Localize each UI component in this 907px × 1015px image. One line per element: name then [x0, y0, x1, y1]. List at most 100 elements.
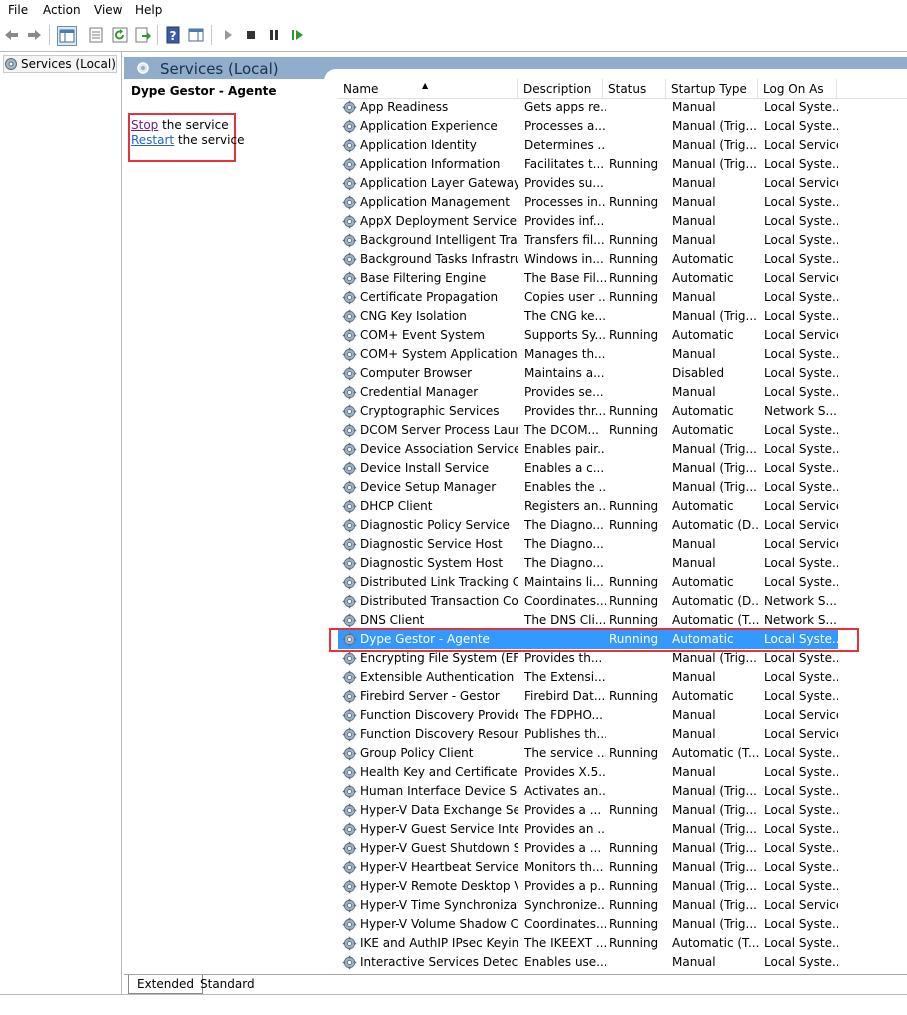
- tab-standard[interactable]: Standard: [194, 975, 261, 993]
- service-startup-type: Manual: [672, 214, 716, 228]
- table-row[interactable]: DHCP Client Registers an... Running Automat…: [338, 497, 838, 516]
- back-arrow-icon[interactable]: [3, 26, 21, 44]
- menu-view[interactable]: View: [94, 3, 122, 17]
- service-log-on-as: Local Service: [764, 898, 838, 912]
- table-row[interactable]: Application Information Facilitates t... R…: [338, 155, 838, 174]
- table-row[interactable]: Base Filtering Engine The Base Fil... Runn…: [338, 269, 838, 288]
- service-description: Provides a p...: [524, 879, 606, 893]
- table-row[interactable]: Group Policy Client The service ... Runnin…: [338, 744, 838, 763]
- service-gear-icon: [342, 271, 357, 286]
- table-row[interactable]: Device Install Service Enables a c... Manu…: [338, 459, 838, 478]
- service-gear-icon: [342, 138, 357, 153]
- table-row[interactable]: Extensible Authentication P... The Extens…: [338, 668, 838, 687]
- table-row[interactable]: Device Association Service Enables pair..…: [338, 440, 838, 459]
- service-log-on-as: Local Syste...: [764, 822, 838, 836]
- table-row[interactable]: COM+ System Application Manages th... Manu…: [338, 345, 838, 364]
- action-pane-icon[interactable]: [187, 26, 205, 44]
- column-header-log-on-as[interactable]: Log On As: [758, 79, 837, 98]
- service-name: Diagnostic System Host: [360, 556, 504, 570]
- menu-action[interactable]: Action: [43, 3, 81, 17]
- table-row[interactable]: Hyper-V Guest Service Inter... Provides a…: [338, 820, 838, 839]
- table-row[interactable]: Device Setup Manager Enables the ... Manua…: [338, 478, 838, 497]
- menu-file[interactable]: File: [8, 3, 28, 17]
- table-row[interactable]: Health Key and Certificate ... Provides X…: [338, 763, 838, 782]
- service-log-on-as: Local Syste...: [764, 252, 838, 266]
- table-row[interactable]: Human Interface Device Ser... Activates a…: [338, 782, 838, 801]
- service-gear-icon: [342, 727, 357, 742]
- table-row[interactable]: Function Discovery Provide... The FDPHO..…: [338, 706, 838, 725]
- service-description: Copies user ...: [524, 290, 606, 304]
- service-status: [609, 706, 669, 725]
- service-description: Manages th...: [524, 347, 606, 361]
- table-row[interactable]: Certificate Propagation Copies user ... Ru…: [338, 288, 838, 307]
- table-row[interactable]: Hyper-V Remote Desktop Vi... Provides a p…: [338, 877, 838, 896]
- service-name: Hyper-V Data Exchange Ser...: [360, 803, 518, 817]
- service-description: The service ...: [524, 746, 606, 760]
- table-row[interactable]: Diagnostic Service Host The Diagno... Manu…: [338, 535, 838, 554]
- table-row[interactable]: Hyper-V Time Synchronizat... Synchronize.…: [338, 896, 838, 915]
- table-row[interactable]: Application Identity Determines ... Manual…: [338, 136, 838, 155]
- table-row[interactable]: CNG Key Isolation The CNG ke... Manual (Tr…: [338, 307, 838, 326]
- table-row[interactable]: Hyper-V Heartbeat Service Monitors th... R…: [338, 858, 838, 877]
- stop-service-icon[interactable]: [242, 26, 260, 44]
- resume-service-icon[interactable]: [288, 26, 306, 44]
- export-list-icon[interactable]: [134, 26, 152, 44]
- service-name: AppX Deployment Service (...: [360, 214, 518, 228]
- table-row[interactable]: Distributed Transaction Co... Coordinates…: [338, 592, 838, 611]
- service-description: The Diagno...: [524, 518, 604, 532]
- stop-link[interactable]: Stop: [131, 118, 158, 132]
- table-row[interactable]: Diagnostic Policy Service The Diagno... Ru…: [338, 516, 838, 535]
- service-status: Running: [609, 290, 659, 304]
- column-header-status[interactable]: Status: [603, 79, 666, 98]
- properties-icon[interactable]: [87, 26, 105, 44]
- service-name: Application Experience: [360, 119, 498, 133]
- table-row[interactable]: Diagnostic System Host The Diagno... Manua…: [338, 554, 838, 573]
- table-row[interactable]: Background Tasks Infrastru... Windows in.…: [338, 250, 838, 269]
- table-row[interactable]: Credential Manager Provides se... Manual Lo…: [338, 383, 838, 402]
- menu-bar: File Action View Help: [0, 0, 907, 20]
- search-icon: [137, 62, 149, 74]
- service-log-on-as: Local Syste...: [764, 556, 838, 570]
- table-row[interactable]: Interactive Services Detection Enables us…: [338, 953, 838, 972]
- restart-link[interactable]: Restart: [131, 133, 174, 147]
- start-service-icon[interactable]: [219, 26, 237, 44]
- service-status: Running: [609, 936, 659, 950]
- table-row[interactable]: DCOM Server Process Laun... The DCOM... Ru…: [338, 421, 838, 440]
- service-startup-type: Manual: [672, 385, 716, 399]
- table-row[interactable]: Firebird Server - Gestor Firebird Dat... R…: [338, 687, 838, 706]
- service-description: Windows in...: [524, 252, 604, 266]
- table-row[interactable]: Distributed Link Tracking Cl... Maintains…: [338, 573, 838, 592]
- table-row[interactable]: Application Experience Processes a... Manu…: [338, 117, 838, 136]
- pause-service-icon[interactable]: [265, 26, 283, 44]
- tab-extended[interactable]: Extended: [128, 975, 203, 994]
- table-row[interactable]: COM+ Event System Supports Sy... Running Au…: [338, 326, 838, 345]
- service-description: Provides X.5...: [524, 765, 606, 779]
- service-log-on-as: Local Syste...: [764, 841, 838, 855]
- forward-arrow-icon[interactable]: [25, 26, 43, 44]
- service-status: Running: [609, 271, 659, 285]
- service-log-on-as: Local Syste...: [764, 157, 838, 171]
- table-row[interactable]: AppX Deployment Service (... Provides inf…: [338, 212, 838, 231]
- table-row[interactable]: Background Intelligent Tran... Transfers …: [338, 231, 838, 250]
- table-row[interactable]: Application Layer Gateway ... Provides su…: [338, 174, 838, 193]
- show-hide-console-tree-icon[interactable]: [57, 26, 77, 46]
- tree-node-services-local[interactable]: Services (Local): [3, 55, 117, 73]
- table-row[interactable]: App Readiness Gets apps re... Manual Local …: [338, 98, 838, 117]
- table-row[interactable]: Hyper-V Data Exchange Ser... Provides a .…: [338, 801, 838, 820]
- table-row[interactable]: Computer Browser Maintains a... Disabled Lo…: [338, 364, 838, 383]
- table-row[interactable]: IKE and AuthIP IPsec Keying... The IKEEXT…: [338, 934, 838, 953]
- table-row[interactable]: Cryptographic Services Provides thr... Run…: [338, 402, 838, 421]
- table-row[interactable]: Hyper-V Volume Shadow C... Coordinates...…: [338, 915, 838, 934]
- refresh-icon[interactable]: [111, 26, 129, 44]
- column-header-description[interactable]: Description: [518, 79, 603, 98]
- table-row[interactable]: Application Management Processes in... Run…: [338, 193, 838, 212]
- column-header-name[interactable]: Name ▲: [338, 79, 518, 98]
- table-row[interactable]: Hyper-V Guest Shutdown S... Provides a ..…: [338, 839, 838, 858]
- table-row[interactable]: Function Discovery Resourc... Publishes t…: [338, 725, 838, 744]
- help-icon[interactable]: ?: [164, 26, 182, 44]
- menu-help[interactable]: Help: [135, 3, 162, 17]
- service-description: The DCOM...: [524, 423, 599, 437]
- service-description: Publishes th...: [524, 727, 606, 741]
- column-header-startup-type[interactable]: Startup Type: [666, 79, 758, 98]
- service-status: [609, 535, 669, 554]
